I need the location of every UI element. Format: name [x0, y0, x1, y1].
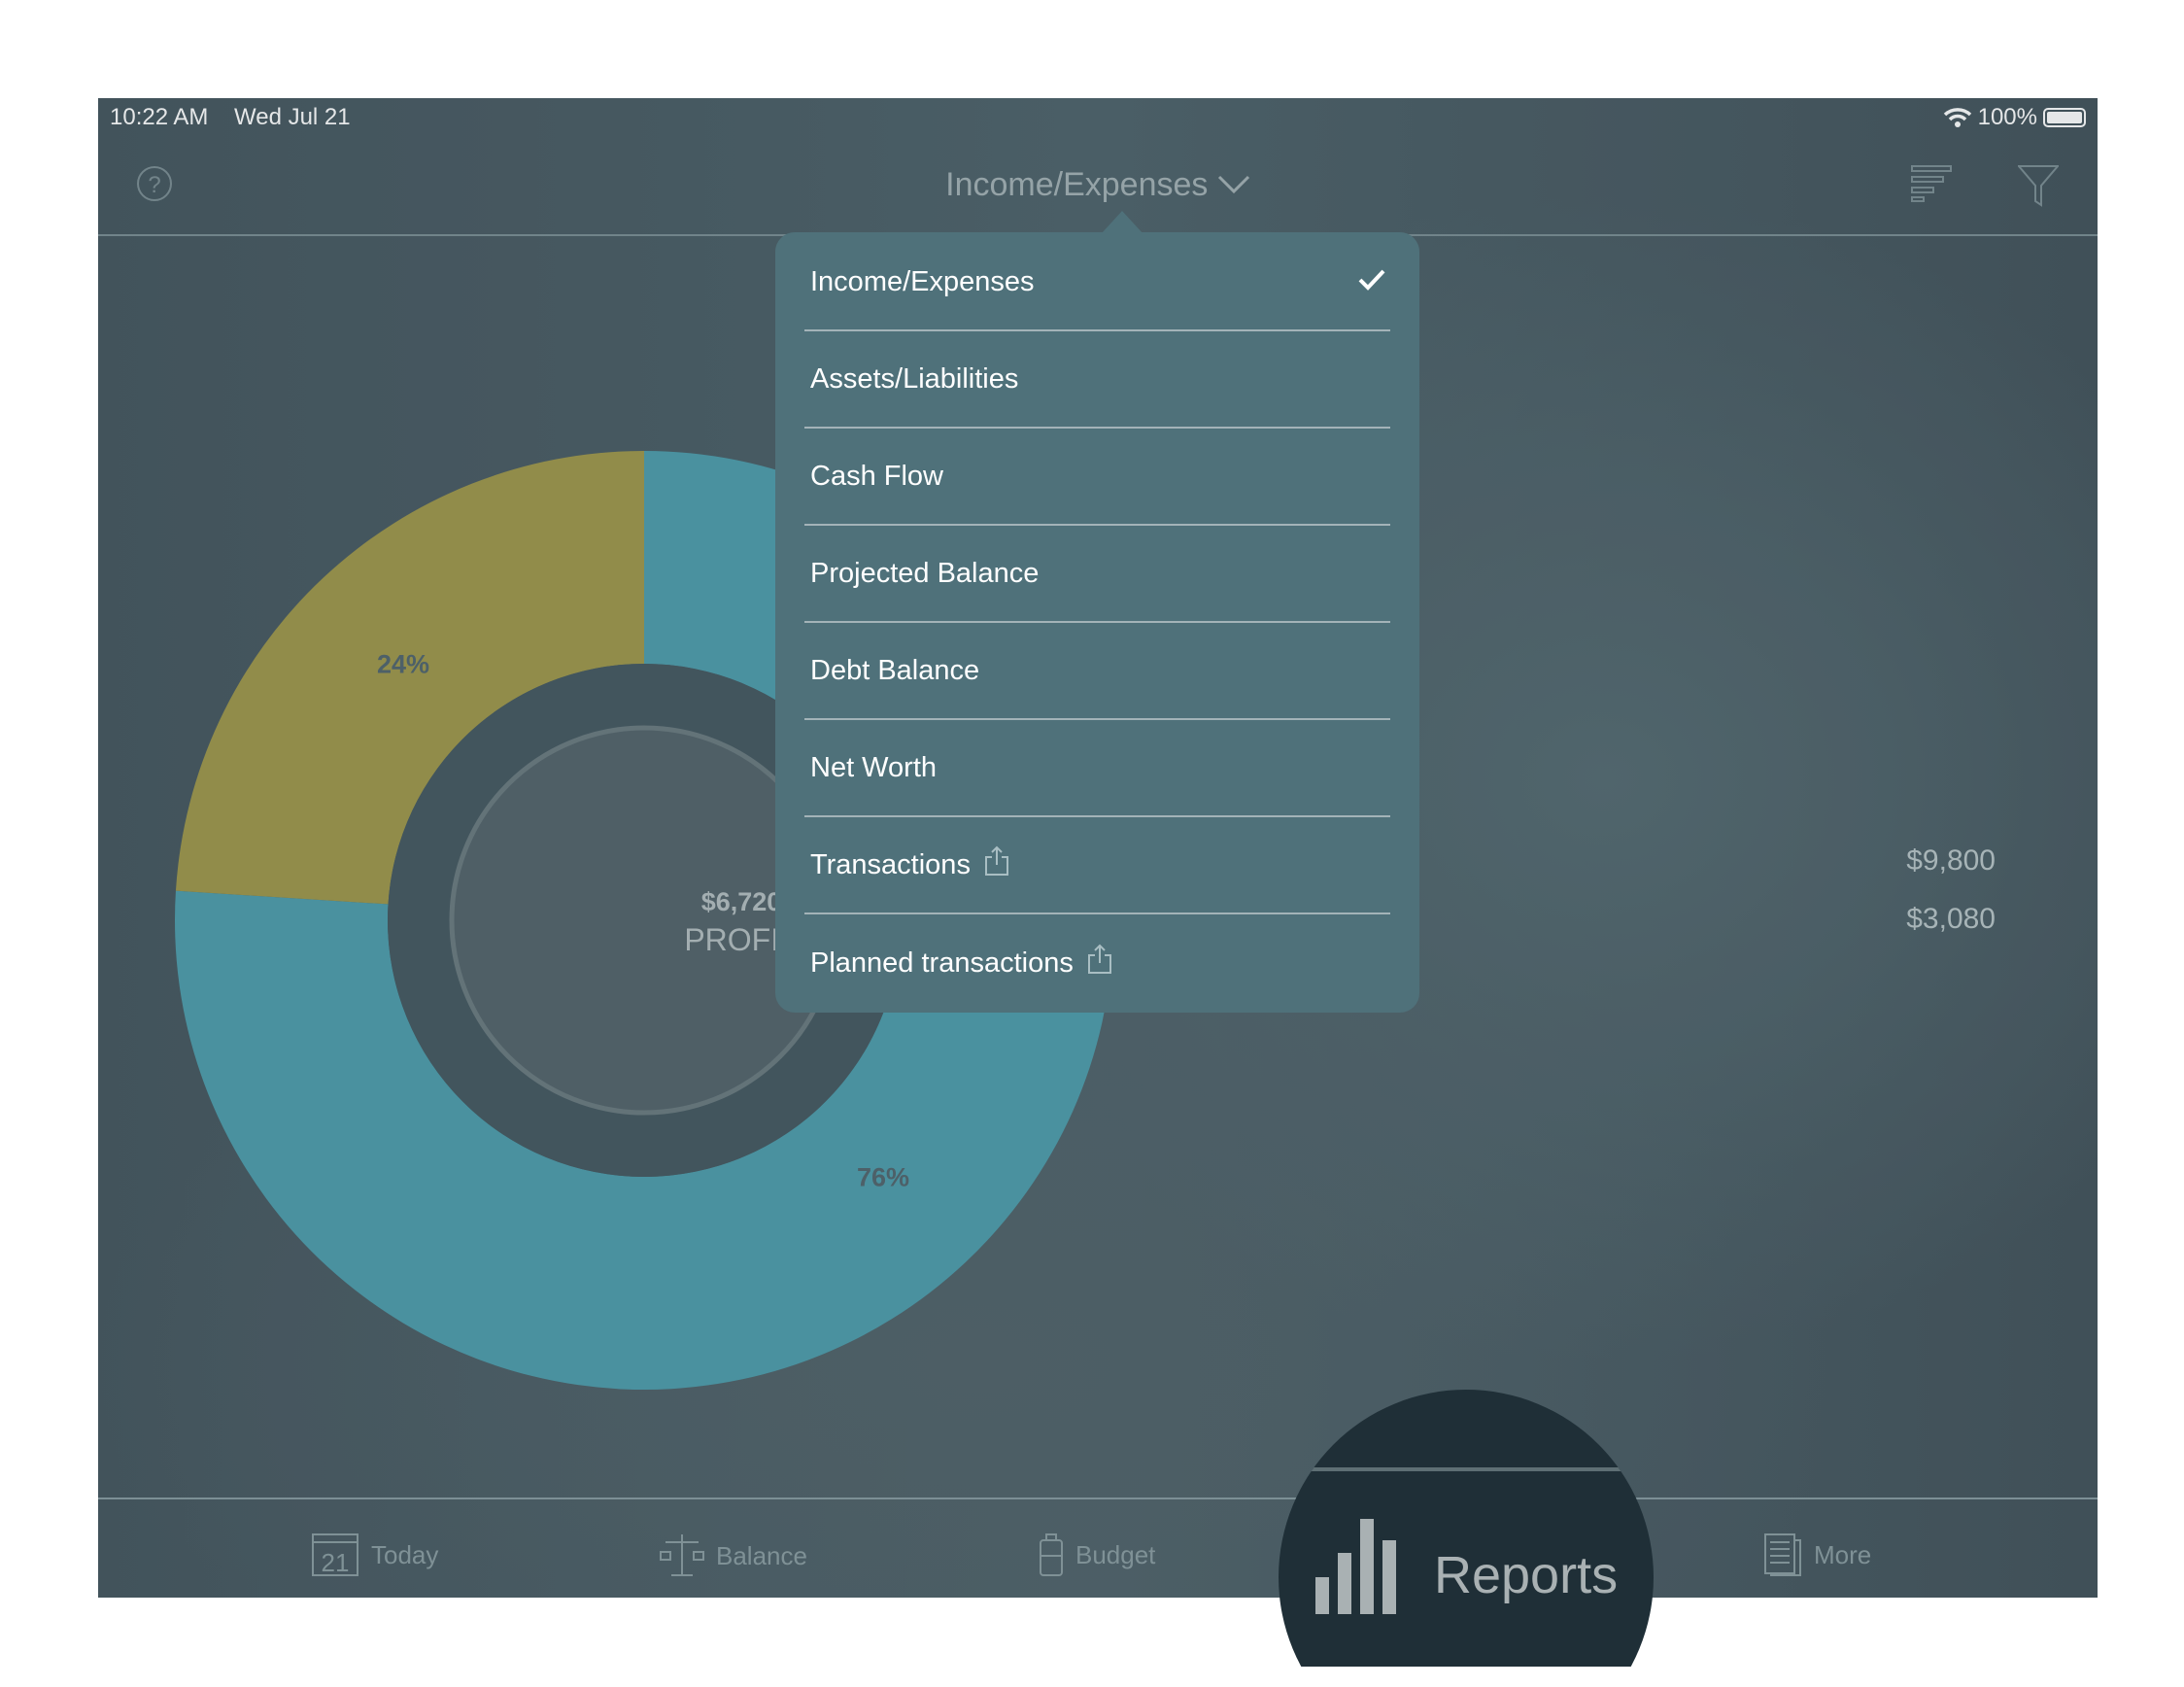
- tab-label: Reports: [1434, 1546, 1619, 1604]
- tab-reports[interactable]: Reports: [1279, 1390, 1654, 1667]
- reports-highlight: Reports: [0, 0, 2184, 1667]
- bar-chart-icon: [1315, 1519, 1396, 1614]
- tabbar-divider-highlight: [1279, 1467, 1654, 1471]
